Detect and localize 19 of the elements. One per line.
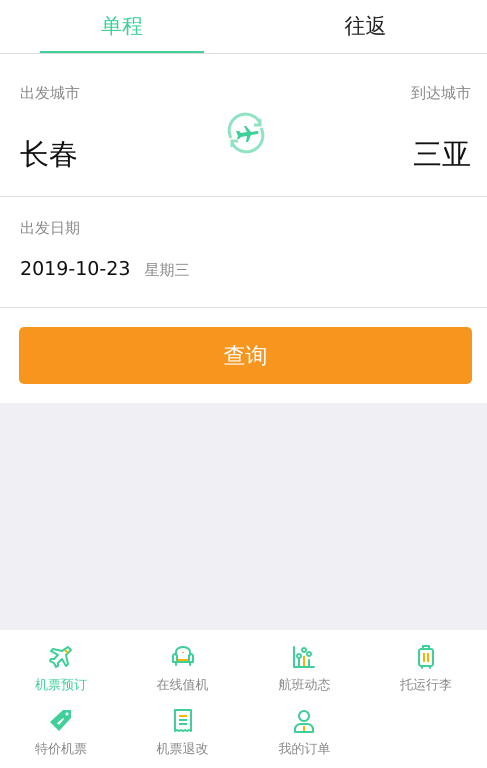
- trip-tab[interactable]: 往返: [244, 0, 487, 53]
- service-item[interactable]: 在线值机: [122, 640, 244, 698]
- service-item[interactable]: 托运行李: [365, 640, 487, 698]
- departure-city[interactable]: 长春: [20, 135, 78, 175]
- field-label: 到达城市: [411, 84, 471, 103]
- weekday-text: 星期三: [144, 261, 190, 280]
- service-item[interactable]: 机票预订: [0, 640, 122, 698]
- service-item[interactable]: 我的订单: [244, 704, 366, 762]
- trip-tab[interactable]: 单程: [0, 0, 244, 53]
- chart-icon: [291, 644, 318, 670]
- service-item[interactable]: 特价机票: [0, 704, 122, 762]
- arrival-city[interactable]: 三亚: [413, 135, 471, 175]
- service-item[interactable]: 机票退改: [122, 704, 244, 762]
- field-label: 出发日期: [20, 219, 81, 238]
- service-item[interactable]: 航班动态: [244, 640, 366, 698]
- airplane-icon: [48, 644, 74, 670]
- field-label: 出发城市: [20, 84, 80, 103]
- search-button[interactable]: 查询: [19, 327, 472, 384]
- departure-date[interactable]: 2019-10-23: [20, 258, 130, 280]
